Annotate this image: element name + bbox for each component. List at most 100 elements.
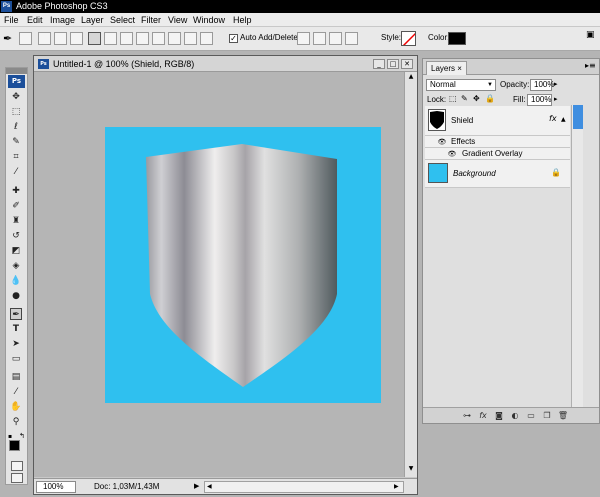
notes-tool-icon[interactable]: ▤ xyxy=(10,371,22,383)
healing-tool-icon[interactable]: ✚ xyxy=(10,185,22,197)
add-style-icon[interactable]: fx xyxy=(477,410,489,422)
scroll-down-icon[interactable]: ▼ xyxy=(406,465,416,475)
add-mask-icon[interactable]: ◙ xyxy=(493,410,505,422)
layers-scrollbar[interactable] xyxy=(571,105,583,407)
rounded-rectangle-icon[interactable] xyxy=(136,32,149,45)
dropdown-icon[interactable] xyxy=(19,32,32,45)
path-intersect-icon[interactable] xyxy=(329,32,342,45)
status-menu-icon[interactable]: ▶ xyxy=(194,482,199,490)
opacity-field[interactable]: 100% xyxy=(530,79,554,91)
canvas[interactable] xyxy=(105,127,381,403)
scroll-right-icon[interactable]: ▶ xyxy=(394,483,399,490)
document-title-bar[interactable]: Ps Untitled-1 @ 100% (Shield, RGB/8) _ □… xyxy=(34,56,417,72)
path-select-tool-icon[interactable]: ➤ xyxy=(10,338,22,350)
scroll-up-icon[interactable]: ▲ xyxy=(406,73,416,83)
freeform-pen-icon[interactable] xyxy=(104,32,117,45)
quick-select-tool-icon[interactable]: ✎ xyxy=(10,136,22,148)
ellipse-icon[interactable] xyxy=(152,32,165,45)
lock-all-icon[interactable]: 🔒 xyxy=(485,94,495,103)
expand-effects-icon[interactable]: ▲ xyxy=(561,116,566,123)
pen-tool-icon[interactable]: ✒ xyxy=(10,308,22,320)
path-subtract-icon[interactable] xyxy=(313,32,326,45)
tab-layers[interactable]: Layers × xyxy=(426,61,467,75)
lock-transparent-icon[interactable]: ⬚ xyxy=(449,94,457,103)
type-tool-icon[interactable]: T xyxy=(10,323,22,335)
color-swatch[interactable] xyxy=(448,32,466,45)
scroll-left-icon[interactable]: ◀ xyxy=(207,483,212,490)
quick-mask-icon[interactable] xyxy=(11,461,23,471)
custom-shape-icon[interactable] xyxy=(200,32,213,45)
lock-image-icon[interactable]: ✎ xyxy=(461,94,468,103)
adjustment-layer-icon[interactable]: ◐ xyxy=(509,410,521,422)
shape-tool-icon[interactable]: ▭ xyxy=(10,353,22,365)
eraser-tool-icon[interactable]: ◩ xyxy=(10,245,22,257)
new-layer-icon[interactable]: ❐ xyxy=(541,410,553,422)
blend-mode-select[interactable]: Normal ▼ xyxy=(426,79,496,91)
line-icon[interactable] xyxy=(184,32,197,45)
link-layers-icon[interactable]: ⊶ xyxy=(461,410,473,422)
layer-row-gradient-overlay[interactable]: 👁 Gradient Overlay xyxy=(425,148,570,160)
panel-options-icon[interactable]: ▸≡ xyxy=(585,61,596,70)
marquee-tool-icon[interactable]: ⬚ xyxy=(10,106,22,118)
path-combine-icon[interactable] xyxy=(297,32,310,45)
paint-bucket-tool-icon[interactable]: ◈ xyxy=(10,260,22,272)
path-exclude-icon[interactable] xyxy=(345,32,358,45)
eye-icon[interactable]: 👁 xyxy=(447,149,457,159)
hand-tool-icon[interactable]: ✋ xyxy=(10,401,22,413)
menu-window[interactable]: Window xyxy=(193,13,225,27)
menu-select[interactable]: Select xyxy=(110,13,135,27)
shape-layers-icon[interactable] xyxy=(38,32,51,45)
brush-tool-icon[interactable]: ✐ xyxy=(10,200,22,212)
new-group-icon[interactable]: ▭ xyxy=(525,410,537,422)
menu-view[interactable]: View xyxy=(168,13,187,27)
pen-icon[interactable] xyxy=(88,32,101,45)
menu-filter[interactable]: Filter xyxy=(141,13,161,27)
tab-close-icon[interactable]: × xyxy=(457,64,462,73)
layer-row-effects[interactable]: 👁 Effects xyxy=(425,136,570,148)
crop-tool-icon[interactable]: ⌗ xyxy=(10,151,22,163)
clone-stamp-tool-icon[interactable]: ♜ xyxy=(10,215,22,227)
maximize-icon[interactable]: □ xyxy=(387,59,399,69)
foreground-color[interactable] xyxy=(9,440,20,451)
fill-arrow-icon[interactable]: ▸ xyxy=(554,95,558,103)
shield-shape[interactable] xyxy=(105,127,381,403)
eyedropper2-tool-icon[interactable]: ⁄ xyxy=(10,386,22,398)
default-colors-icon[interactable]: ▪ xyxy=(8,433,14,440)
polygon-icon[interactable] xyxy=(168,32,181,45)
auto-add-delete-checkbox[interactable]: ✓ xyxy=(229,34,238,43)
vertical-scrollbar[interactable]: ▲ ▼ xyxy=(404,72,417,477)
paths-icon[interactable] xyxy=(54,32,67,45)
blur-tool-icon[interactable]: 💧 xyxy=(10,275,22,287)
menu-edit[interactable]: Edit xyxy=(27,13,43,27)
screen-mode-icon[interactable] xyxy=(11,473,23,483)
panel-menu-icon[interactable]: ▣ xyxy=(586,30,595,40)
canvas-area[interactable]: ▲ ▼ xyxy=(34,72,417,477)
rectangle-icon[interactable] xyxy=(120,32,133,45)
layer-row-background[interactable]: Background 🔒 xyxy=(425,160,570,188)
layers-scroll-thumb[interactable] xyxy=(573,105,583,129)
history-brush-tool-icon[interactable]: ↺ xyxy=(10,230,22,242)
menu-file[interactable]: File xyxy=(4,13,19,27)
fill-pixels-icon[interactable] xyxy=(70,32,83,45)
swap-colors-icon[interactable]: ↰ xyxy=(19,432,25,440)
close-icon[interactable]: ✕ xyxy=(401,59,413,69)
pen-tool-icon[interactable]: ✒ xyxy=(3,32,12,45)
zoom-tool-icon[interactable]: ⚲ xyxy=(10,416,22,428)
menu-help[interactable]: Help xyxy=(233,13,252,27)
opacity-arrow-icon[interactable]: ▸ xyxy=(554,80,558,88)
menu-image[interactable]: Image xyxy=(50,13,75,27)
eye-icon[interactable]: 👁 xyxy=(437,137,447,147)
layer-row-shield[interactable]: Shield fx ▲ xyxy=(425,106,570,136)
lock-position-icon[interactable]: ✥ xyxy=(473,94,480,103)
fill-field[interactable]: 100% xyxy=(527,94,552,106)
horizontal-scrollbar[interactable]: ◀ ▶ xyxy=(204,481,404,493)
style-swatch[interactable] xyxy=(401,31,416,46)
fx-icon[interactable]: fx xyxy=(549,114,557,123)
dodge-tool-icon[interactable]: ● xyxy=(10,290,22,302)
move-tool-icon[interactable]: ✥ xyxy=(10,91,22,103)
lasso-tool-icon[interactable]: ℓ xyxy=(10,121,22,133)
minimize-icon[interactable]: _ xyxy=(373,59,385,69)
eyedropper-tool-icon[interactable]: ⁄ xyxy=(10,166,22,178)
zoom-field[interactable]: 100% xyxy=(36,481,76,493)
menu-layer[interactable]: Layer xyxy=(81,13,104,27)
